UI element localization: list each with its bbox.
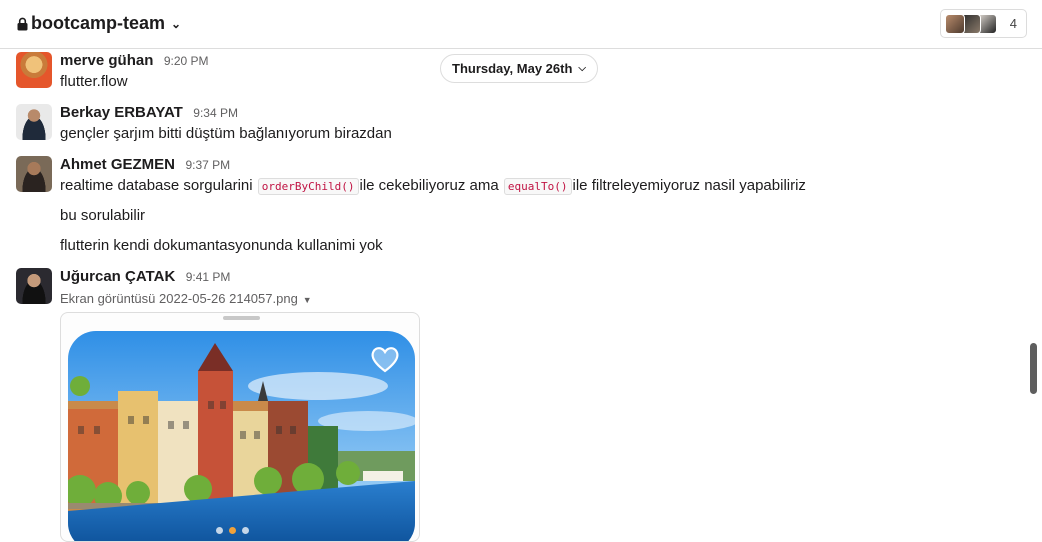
avatar[interactable]: [16, 156, 52, 192]
channel-header: bootcamp-team ⌄ 4: [0, 0, 1042, 49]
scrollbar-thumb[interactable]: [1030, 343, 1037, 394]
text-segment: realtime database sorgularini: [60, 177, 253, 194]
message-text: realtime database sorgularini orderByChi…: [60, 177, 806, 195]
avatar: [945, 13, 965, 34]
message-meta: Ahmet GEZMEN 9:37 PM: [60, 156, 230, 174]
date-divider-button[interactable]: Thursday, May 26th ⌵: [440, 54, 598, 83]
message-timestamp[interactable]: 9:34 PM: [193, 106, 238, 120]
message-timestamp[interactable]: 9:37 PM: [185, 158, 230, 172]
chevron-down-icon: ⌄: [171, 16, 182, 31]
caret-down-icon: ▼: [302, 295, 312, 305]
channel-title-button[interactable]: bootcamp-team ⌄: [17, 13, 181, 34]
message-author[interactable]: Berkay ERBAYAT: [60, 104, 183, 121]
message-author[interactable]: Ahmet GEZMEN: [60, 156, 175, 173]
carousel-dot[interactable]: [242, 527, 249, 534]
avatar[interactable]: [16, 104, 52, 140]
lock-icon: [17, 17, 28, 30]
message-author[interactable]: Uğurcan ÇATAK: [60, 268, 175, 285]
heart-icon[interactable]: [370, 345, 400, 373]
date-divider-label: Thursday, May 26th: [452, 61, 573, 76]
message-text: gençler şarjım bitti düştüm bağlanıyorum…: [60, 125, 392, 142]
message-text: flutter.flow: [60, 73, 128, 90]
chevron-down-icon: ⌵: [578, 63, 586, 74]
avatar[interactable]: [16, 268, 52, 304]
text-segment: ile filtreleyemiyoruz nasil yapabiliriz: [572, 177, 806, 194]
inline-code: orderByChild(): [257, 178, 359, 195]
message-meta: merve gühan 9:20 PM: [60, 52, 209, 70]
message-meta: Uğurcan ÇATAK 9:41 PM: [60, 268, 230, 286]
carousel-dot[interactable]: [229, 527, 236, 534]
message-author[interactable]: merve gühan: [60, 52, 153, 69]
message-text: flutterin kendi dokumantasyonunda kullan…: [60, 237, 383, 254]
image-attachment[interactable]: [60, 312, 420, 542]
member-count: 4: [1009, 16, 1017, 31]
carousel-dot[interactable]: [216, 527, 223, 534]
member-avatars-button[interactable]: 4: [940, 9, 1027, 38]
text-segment: ile cekebiliyoruz ama: [359, 177, 499, 194]
message-timestamp[interactable]: 9:41 PM: [186, 270, 231, 284]
carousel-dots: [216, 527, 249, 534]
avatar[interactable]: [16, 52, 52, 88]
file-name-toggle[interactable]: Ekran görüntüsü 2022-05-26 214057.png ▼: [60, 291, 312, 306]
message-timestamp[interactable]: 9:20 PM: [164, 54, 209, 68]
city-photo: [68, 331, 415, 541]
message-text: bu sorulabilir: [60, 207, 146, 224]
message-meta: Berkay ERBAYAT 9:34 PM: [60, 104, 238, 122]
inline-code: equalTo(): [503, 178, 572, 195]
drag-handle[interactable]: [223, 316, 260, 320]
attachment-image[interactable]: [68, 331, 415, 541]
channel-name-label: bootcamp-team: [31, 13, 166, 33]
file-name: Ekran görüntüsü 2022-05-26 214057.png: [60, 291, 298, 306]
